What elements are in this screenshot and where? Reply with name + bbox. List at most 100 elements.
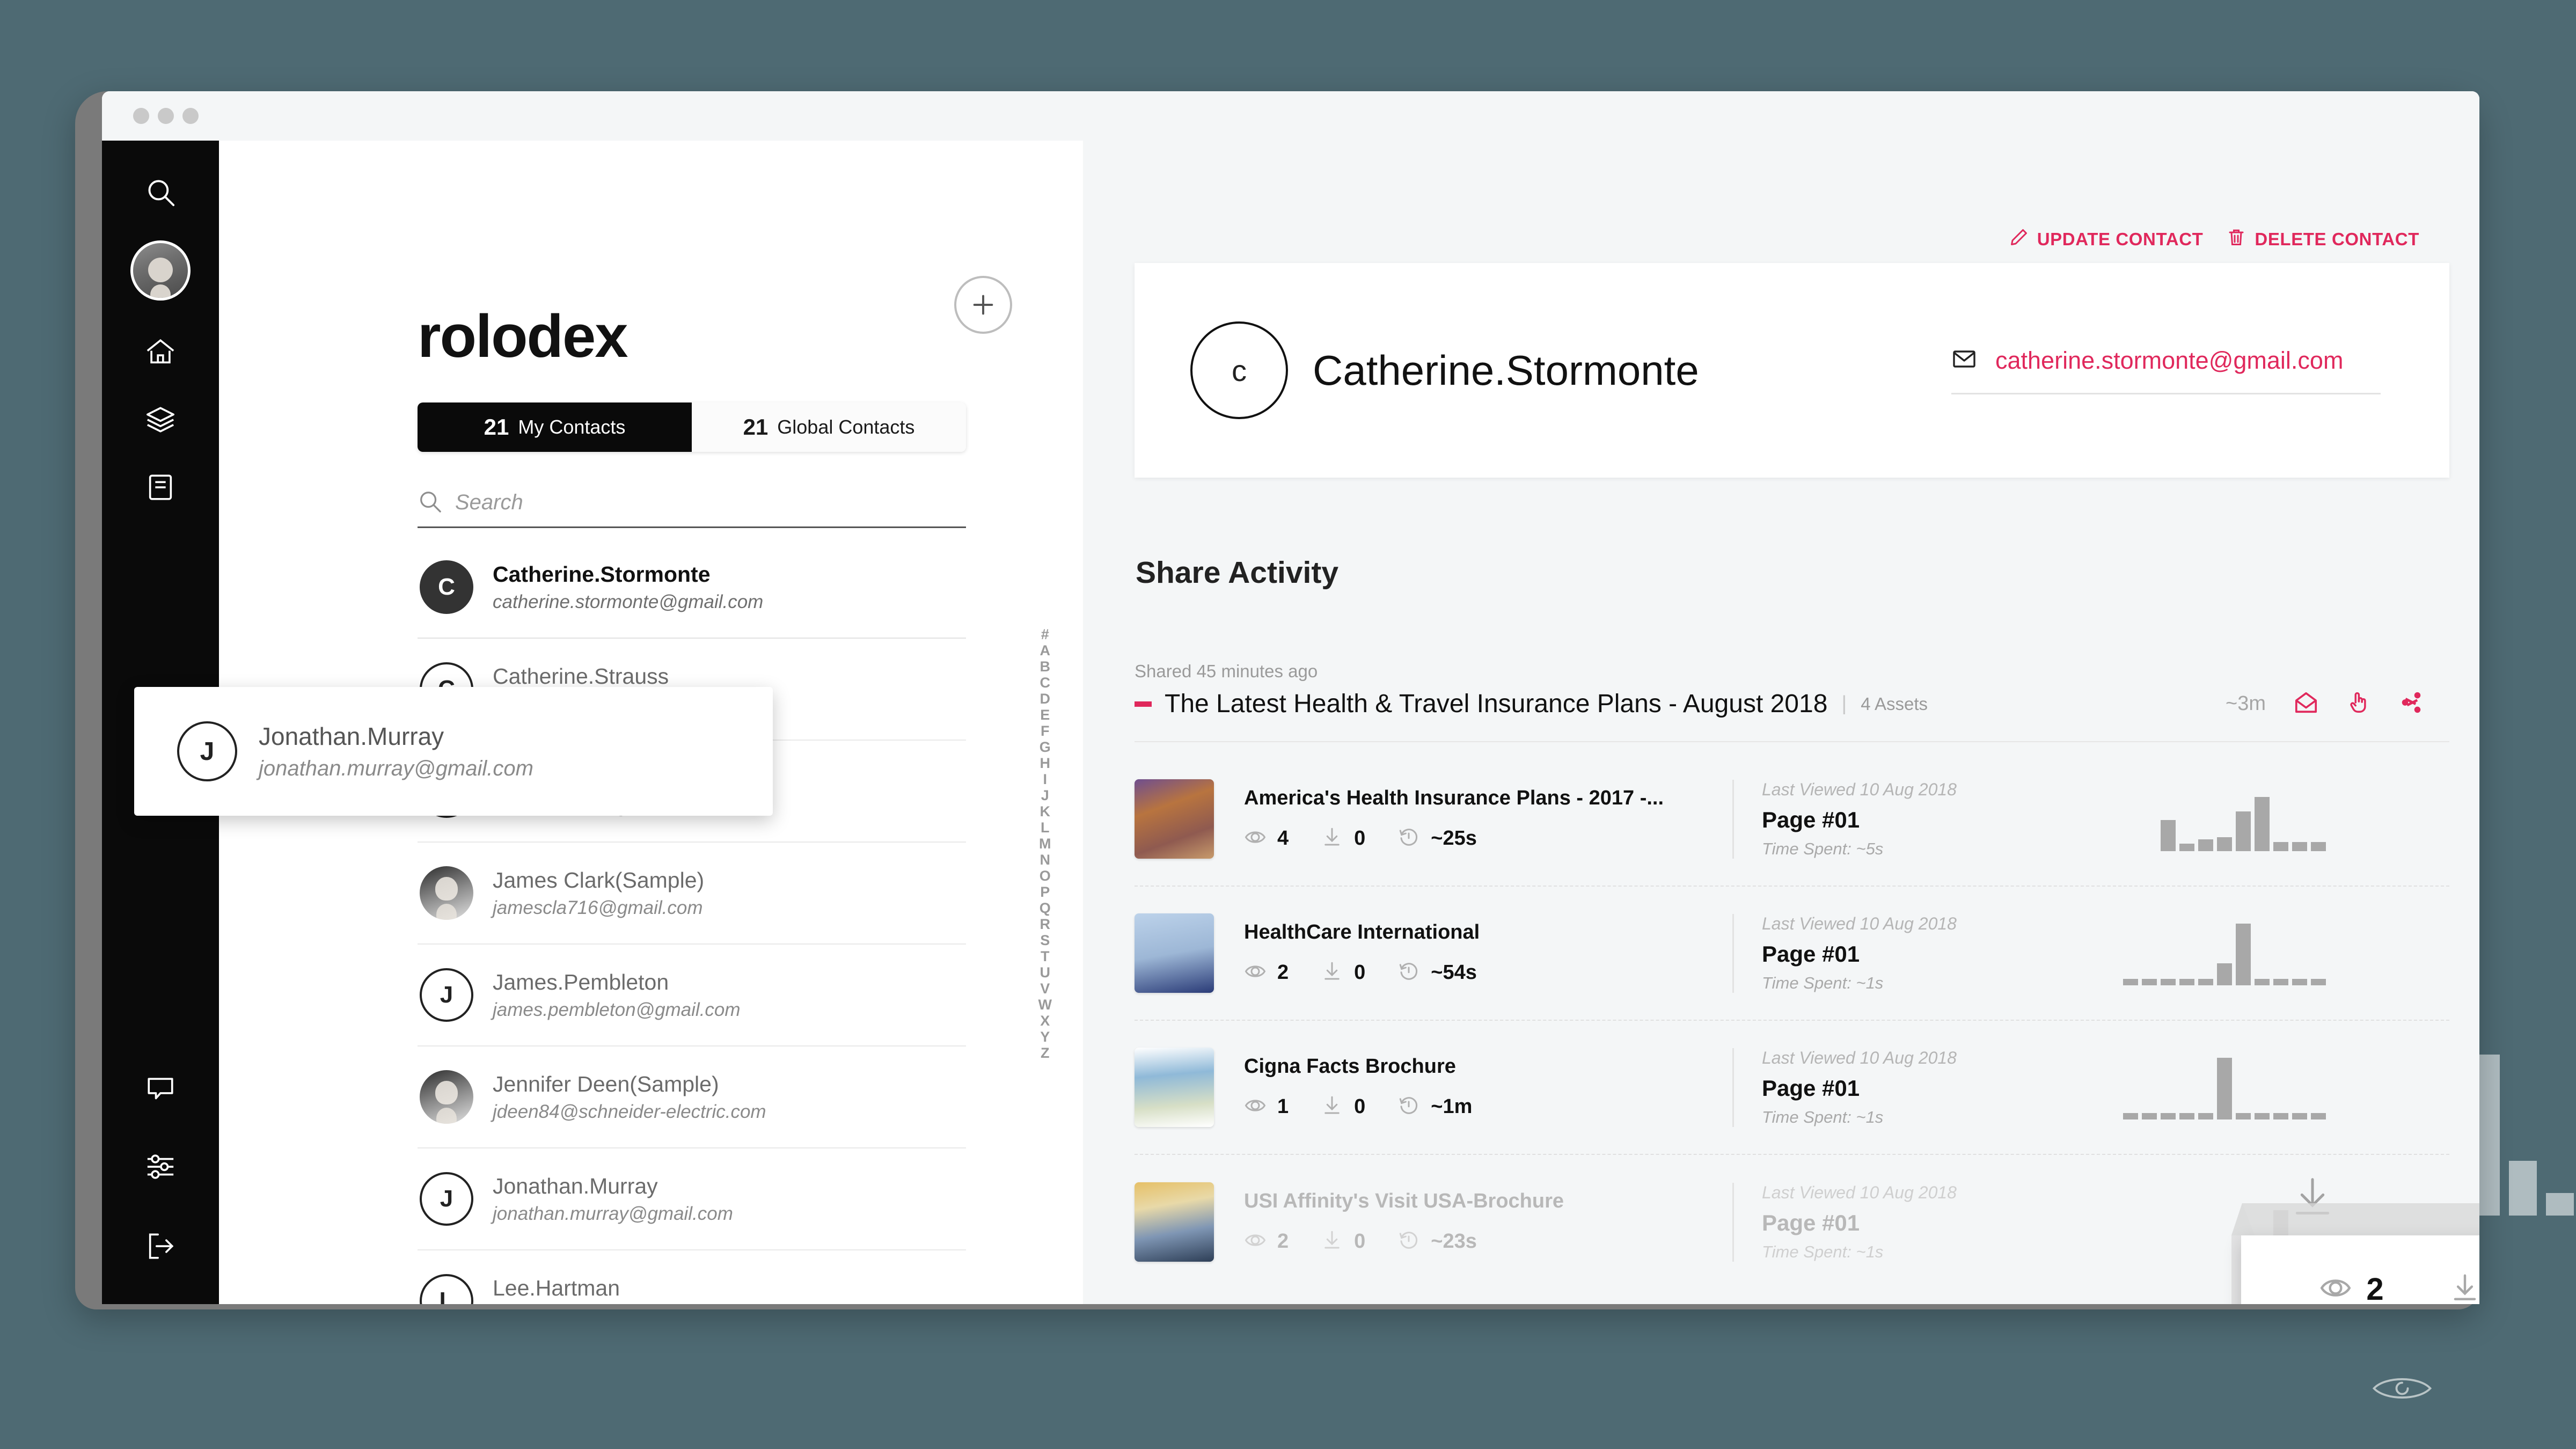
alphabet-index-letter[interactable]: T	[1041, 948, 1050, 964]
sidebar-item-settings[interactable]	[135, 1141, 186, 1192]
contact-card-email-field: catherine.stormonte@gmail.com	[1951, 346, 2381, 394]
chart-bar	[2217, 963, 2232, 985]
window-minimize-dot[interactable]	[158, 108, 174, 124]
page-title: rolodex	[418, 302, 627, 371]
asset-row[interactable]: HealthCare International20~54sLast Viewe…	[1135, 887, 2449, 1021]
alphabet-index-letter[interactable]: O	[1040, 868, 1051, 884]
app-screen: rolodex 21 My Contacts 21 Global Contact…	[102, 91, 2479, 1304]
window-maximize-dot[interactable]	[182, 108, 199, 124]
asset-name: HealthCare International	[1244, 921, 1711, 944]
alphabet-index-letter[interactable]: I	[1043, 771, 1048, 787]
contact-list-item[interactable]: CCatherine.Stormontecatherine.stormonte@…	[418, 537, 966, 639]
sidebar-item-documents[interactable]	[135, 462, 186, 513]
magnifier-downloads: 0	[2448, 1271, 2479, 1305]
asset-row[interactable]: America's Health Insurance Plans - 2017 …	[1135, 752, 2449, 887]
alphabet-index-letter[interactable]: V	[1040, 980, 1050, 997]
alphabet-index-letter[interactable]: Z	[1041, 1045, 1050, 1061]
alphabet-index[interactable]: #ABCDEFGHIJKLMNOPQRSTUVWXYZ	[1038, 626, 1052, 1061]
chart-bar	[2179, 844, 2194, 851]
stats-magnifier-tooltip: 2 0 ~23s	[2241, 1235, 2479, 1304]
download-all-button[interactable]	[2289, 1174, 2336, 1223]
asset-meta: Last Viewed 10 Aug 2018Page #01Time Spen…	[1732, 780, 2065, 859]
asset-views: 2	[1244, 1229, 1289, 1254]
asset-page: Page #01	[1762, 1075, 2065, 1101]
sidebar-item-logout[interactable]	[135, 1220, 186, 1272]
envelope-icon	[1951, 346, 1977, 375]
alphabet-index-letter[interactable]: G	[1040, 739, 1051, 755]
alphabet-index-letter[interactable]: B	[1040, 658, 1051, 675]
share-group-assets-count: 4 Assets	[1861, 694, 1928, 714]
alphabet-index-letter[interactable]: U	[1040, 964, 1051, 980]
chart-bar	[2255, 797, 2270, 851]
contact-list-item[interactable]: James Clark(Sample)jamescla716@gmail.com	[418, 843, 966, 945]
alphabet-index-letter[interactable]: Y	[1040, 1029, 1050, 1045]
share-icon[interactable]	[2399, 690, 2424, 718]
trash-icon	[2227, 228, 2246, 251]
avatar[interactable]	[130, 240, 191, 301]
asset-row[interactable]: Cigna Facts Brochure10~1mLast Viewed 10 …	[1135, 1021, 2449, 1155]
pencil-icon	[2009, 228, 2029, 251]
contact-avatar: L	[420, 1274, 473, 1304]
alphabet-index-letter[interactable]: C	[1040, 675, 1051, 691]
chart-bar	[2142, 979, 2157, 985]
contact-name: James Clark(Sample)	[493, 866, 704, 895]
search-input[interactable]	[455, 491, 966, 515]
contact-list-item[interactable]: LLee.Hartmanlee.hartman@gmail.com	[418, 1250, 966, 1304]
sidebar-item-search[interactable]	[135, 166, 186, 218]
alphabet-index-letter[interactable]: S	[1040, 932, 1050, 948]
window-close-dot[interactable]	[133, 108, 149, 124]
tab-my-contacts[interactable]: 21 My Contacts	[418, 402, 692, 452]
asset-downloads-value: 0	[1354, 961, 1365, 984]
sidebar-item-chat[interactable]	[135, 1062, 186, 1113]
asset-last-viewed: Last Viewed 10 Aug 2018	[1762, 914, 2065, 934]
sidebar-item-layers[interactable]	[135, 394, 186, 445]
update-contact-button[interactable]: UPDATE CONTACT	[2009, 228, 2204, 251]
hand-pointer-icon[interactable]	[2346, 690, 2371, 718]
alphabet-index-letter[interactable]: P	[1040, 884, 1050, 900]
alphabet-index-letter[interactable]: W	[1038, 997, 1052, 1013]
alphabet-index-letter[interactable]: R	[1040, 916, 1051, 932]
asset-time-spent: Time Spent: ~1s	[1762, 1108, 2065, 1127]
alphabet-index-letter[interactable]: X	[1040, 1013, 1050, 1029]
contact-card-email[interactable]: catherine.stormonte@gmail.com	[1995, 347, 2343, 375]
hover-card-email: jonathan.murray@gmail.com	[259, 753, 533, 784]
contact-list-item[interactable]: Jennifer Deen(Sample)jdeen84@schneider-e…	[418, 1046, 966, 1148]
asset-downloads: 0	[1321, 960, 1365, 985]
asset-name: USI Affinity's Visit USA-Brochure	[1244, 1190, 1711, 1213]
alphabet-index-letter[interactable]: A	[1040, 642, 1051, 658]
alphabet-index-letter[interactable]: M	[1039, 836, 1051, 852]
sidebar-item-home[interactable]	[135, 326, 186, 378]
alphabet-index-letter[interactable]: H	[1040, 755, 1051, 771]
chart-bar	[2273, 1113, 2288, 1119]
alphabet-index-letter[interactable]: Q	[1040, 900, 1051, 916]
chart-bar	[2292, 979, 2307, 985]
share-group-name[interactable]: The Latest Health & Travel Insurance Pla…	[1165, 689, 1827, 719]
alphabet-index-letter[interactable]: K	[1040, 803, 1051, 819]
alphabet-index-letter[interactable]: L	[1041, 819, 1050, 836]
asset-views-value: 2	[1277, 961, 1289, 984]
contact-hover-card[interactable]: J Jonathan.Murray jonathan.murray@gmail.…	[134, 687, 773, 816]
delete-contact-button[interactable]: DELETE CONTACT	[2227, 228, 2419, 251]
envelope-open-icon[interactable]	[2294, 690, 2318, 718]
eye-icon	[2319, 1271, 2352, 1305]
alphabet-index-letter[interactable]: F	[1041, 723, 1050, 739]
collapse-toggle-icon[interactable]	[1135, 701, 1152, 707]
alphabet-index-letter[interactable]: J	[1041, 787, 1049, 803]
asset-views-icon	[1244, 1229, 1267, 1254]
alphabet-index-letter[interactable]: D	[1040, 691, 1051, 707]
tab-global-contacts-label: Global Contacts	[777, 416, 914, 438]
contact-list-item[interactable]: JJames.Pembletonjames.pembleton@gmail.co…	[418, 945, 966, 1046]
chart-bar	[2161, 820, 2176, 851]
asset-downloads-value: 0	[1354, 1095, 1365, 1118]
alphabet-index-letter[interactable]: #	[1041, 626, 1049, 642]
alphabet-index-letter[interactable]: N	[1040, 852, 1051, 868]
asset-thumbnail	[1135, 779, 1214, 859]
asset-time: ~23s	[1397, 1229, 1477, 1254]
asset-views: 1	[1244, 1094, 1289, 1119]
contact-list-item[interactable]: JJonathan.Murrayjonathan.murray@gmail.co…	[418, 1148, 966, 1250]
alphabet-index-letter[interactable]: E	[1040, 707, 1050, 723]
asset-time-icon	[1397, 960, 1420, 985]
tab-global-contacts[interactable]: 21 Global Contacts	[692, 402, 966, 452]
tab-global-contacts-count: 21	[743, 414, 769, 440]
add-contact-button[interactable]	[954, 276, 1012, 334]
